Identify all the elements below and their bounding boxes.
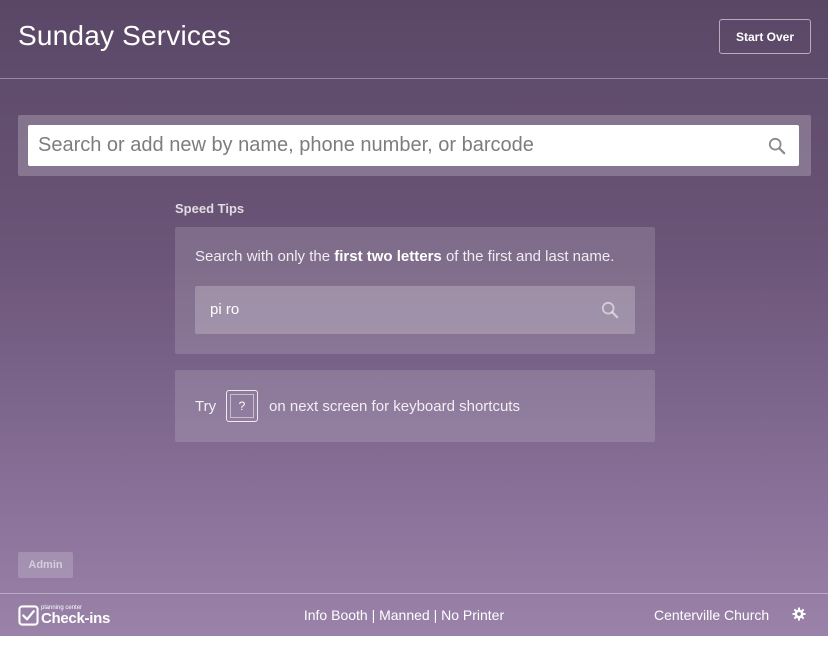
checkbox-logo-icon [18,605,39,626]
speed-tips-label: Speed Tips [175,201,245,216]
search-icon [601,301,619,319]
search-input[interactable] [28,125,758,166]
question-key-label: ? [230,394,254,418]
check-in-app: Sunday Services Start Over Speed Tips Se… [0,0,828,636]
gear-icon[interactable] [792,607,806,621]
admin-button[interactable]: Admin [18,552,73,578]
shortcut-rest-text: on next screen for keyboard shortcuts [269,398,520,415]
search-icon[interactable] [768,137,786,155]
shortcut-try-text: Try [195,398,217,415]
tip-suffix: of the first and last name. [441,248,615,265]
church-name: Centerville Church [654,607,770,623]
search-box [28,125,799,166]
keyboard-shortcut-tip: Try ? on next screen for keyboard shortc… [175,370,655,442]
logo-big-text: Check-ins [41,610,110,627]
header: Sunday Services Start Over [0,0,828,79]
page-title: Sunday Services [18,20,232,51]
tip-prefix: Search with only the [195,248,335,265]
footer: planning center Check-ins Info Booth | M… [0,593,828,636]
example-search-box: pi ro [195,286,635,334]
search-bar [18,115,811,176]
tip-bold: first two letters [334,248,442,265]
example-search-value: pi ro [210,301,240,318]
speed-tip-text: Search with only the first two letters o… [195,248,614,265]
station-status-text[interactable]: Info Booth | Manned | No Printer [304,607,504,623]
speed-tip-card: Search with only the first two letters o… [175,227,655,354]
start-over-button[interactable]: Start Over [719,19,811,54]
question-key-badge: ? [226,390,258,422]
